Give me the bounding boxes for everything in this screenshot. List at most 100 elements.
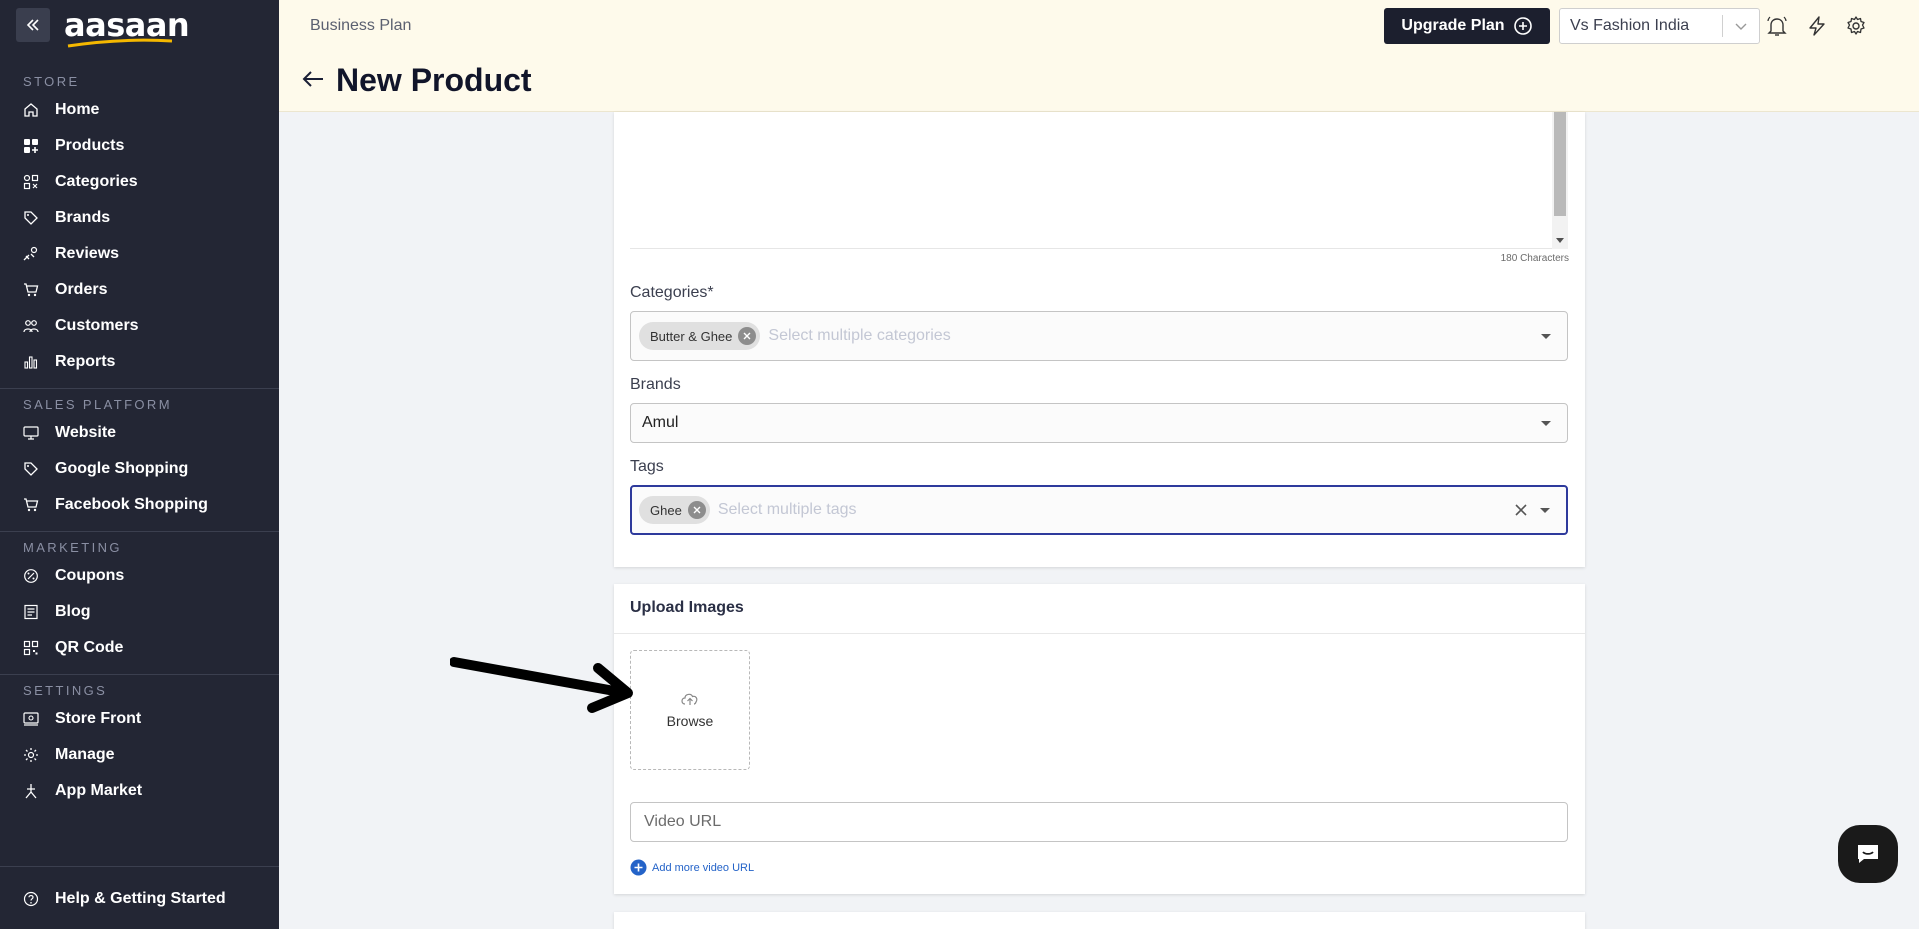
back-arrow-icon[interactable] — [301, 70, 325, 88]
upgrade-plan-button[interactable]: Upgrade Plan — [1384, 8, 1550, 44]
sidebar-item-label: Orders — [55, 281, 108, 298]
sidebar-item-orders[interactable]: Orders — [0, 272, 279, 308]
collapse-sidebar-button[interactable] — [16, 8, 50, 42]
sidebar-item-reviews[interactable]: Reviews — [0, 236, 279, 272]
dropdown-arrow-icon[interactable] — [1540, 507, 1550, 513]
sidebar-item-label: Home — [55, 101, 100, 118]
sidebar-item-products[interactable]: Products — [0, 128, 279, 164]
tags-multiselect[interactable]: Ghee Select multiple tags — [630, 485, 1568, 535]
chip-label: Ghee — [650, 502, 682, 518]
store-select[interactable]: Vs Fashion India — [1559, 8, 1760, 44]
categories-placeholder: Select multiple categories — [768, 327, 951, 344]
sidebar-item-store-front[interactable]: Store Front — [0, 701, 279, 737]
browse-label: Browse — [666, 713, 714, 729]
top-header: Business Plan New Product Upgrade Plan V… — [279, 0, 1919, 112]
sidebar-item-label: Coupons — [55, 567, 125, 584]
page-title: New Product — [336, 62, 532, 98]
upgrade-plan-label: Upgrade Plan — [1401, 17, 1505, 34]
sidebar-item-categories[interactable]: Categories — [0, 164, 279, 200]
browse-upload-button[interactable]: Browse — [630, 650, 750, 770]
sidebar-item-blog[interactable]: Blog — [0, 594, 279, 630]
sidebar-item-label: Google Shopping — [55, 460, 189, 477]
sidebar-item-help[interactable]: Help & Getting Started — [0, 881, 279, 917]
sidebar-item-google-shopping[interactable]: Google Shopping — [0, 451, 279, 487]
sidebar-nav: STORE Home Products Categories Brands Re… — [0, 72, 279, 809]
users-icon — [22, 317, 40, 335]
categories-multiselect[interactable]: Butter & Ghee Select multiple categories — [630, 311, 1568, 361]
sidebar-item-facebook-shopping[interactable]: Facebook Shopping — [0, 487, 279, 523]
nav-divider — [0, 674, 279, 675]
reviews-icon — [22, 245, 40, 263]
app-market-icon — [22, 782, 40, 800]
chip-label: Butter & Ghee — [650, 328, 733, 344]
sidebar-item-home[interactable]: Home — [0, 92, 279, 128]
section-head-settings: SETTINGS — [23, 683, 108, 698]
sidebar: aasaan STORE Home Products Categories Br… — [0, 0, 279, 929]
sidebar-item-label: Brands — [55, 209, 111, 226]
store-select-value: Vs Fashion India — [1570, 17, 1690, 34]
cart-icon — [22, 496, 40, 514]
category-chip: Butter & Ghee — [639, 322, 761, 350]
sidebar-item-label: Help & Getting Started — [55, 890, 226, 907]
coupon-icon — [22, 567, 40, 585]
qr-code-icon — [22, 639, 40, 657]
chip-remove-icon[interactable] — [738, 327, 757, 345]
textarea-scrollbar[interactable] — [1552, 112, 1568, 249]
lightning-icon[interactable] — [1805, 14, 1829, 38]
tag-icon — [22, 460, 40, 478]
home-icon — [22, 101, 40, 119]
section-head-sales-platform: SALES PLATFORM — [23, 397, 172, 412]
double-chevron-left-icon — [26, 19, 39, 31]
dropdown-arrow-icon[interactable] — [1541, 420, 1551, 426]
description-textarea[interactable] — [630, 112, 1568, 249]
categories-icon — [22, 173, 40, 191]
brands-value: Amul — [642, 414, 679, 431]
sidebar-item-website[interactable]: Website — [0, 415, 279, 451]
sidebar-item-label: Blog — [55, 603, 91, 620]
brands-select[interactable]: Amul — [630, 403, 1568, 443]
video-url-input[interactable] — [630, 802, 1568, 842]
sidebar-item-label: Reviews — [55, 245, 120, 262]
tag-chip: Ghee — [639, 496, 710, 524]
sidebar-item-customers[interactable]: Customers — [0, 308, 279, 344]
next-section-card — [614, 912, 1585, 929]
help-icon — [22, 890, 40, 908]
sidebar-item-label: App Market — [55, 782, 143, 799]
clear-icon[interactable] — [1514, 503, 1528, 517]
sidebar-item-qr-code[interactable]: QR Code — [0, 630, 279, 666]
sidebar-item-label: Customers — [55, 317, 139, 334]
section-head-store: STORE — [23, 74, 80, 89]
card-divider — [614, 633, 1585, 634]
sidebar-item-app-market[interactable]: App Market — [0, 773, 279, 809]
settings-gear-icon[interactable] — [1844, 14, 1868, 38]
store-front-icon — [22, 710, 40, 728]
sidebar-item-label: Reports — [55, 353, 116, 370]
chat-support-button[interactable] — [1838, 825, 1898, 883]
scroll-down-arrow-icon[interactable] — [1556, 238, 1564, 243]
sidebar-item-label: Website — [55, 424, 117, 441]
help-divider — [0, 866, 279, 867]
sidebar-item-reports[interactable]: Reports — [0, 344, 279, 380]
sidebar-item-manage[interactable]: Manage — [0, 737, 279, 773]
scrollbar-thumb[interactable] — [1554, 112, 1566, 216]
nav-divider — [0, 388, 279, 389]
brands-label: Brands — [630, 376, 681, 393]
gear-icon — [22, 746, 40, 764]
chevron-down-icon — [1723, 21, 1759, 31]
add-video-url-link[interactable]: Add more video URL — [630, 859, 754, 876]
upload-images-title: Upload Images — [630, 599, 744, 616]
character-count: 180 Characters — [1500, 253, 1569, 264]
cloud-upload-icon — [681, 693, 698, 705]
sidebar-item-coupons[interactable]: Coupons — [0, 558, 279, 594]
sidebar-item-label: Categories — [55, 173, 138, 190]
tags-label: Tags — [630, 458, 664, 475]
upload-images-card: Upload Images Browse Add more video URL — [614, 584, 1585, 894]
sidebar-item-label: Manage — [55, 746, 115, 763]
notifications-bell-icon[interactable] — [1765, 14, 1789, 38]
dropdown-arrow-icon[interactable] — [1541, 333, 1551, 339]
blog-icon — [22, 603, 40, 621]
chip-remove-icon[interactable] — [687, 501, 706, 519]
tags-placeholder: Select multiple tags — [717, 501, 857, 518]
sidebar-item-brands[interactable]: Brands — [0, 200, 279, 236]
categories-label: Categories* — [630, 284, 714, 301]
